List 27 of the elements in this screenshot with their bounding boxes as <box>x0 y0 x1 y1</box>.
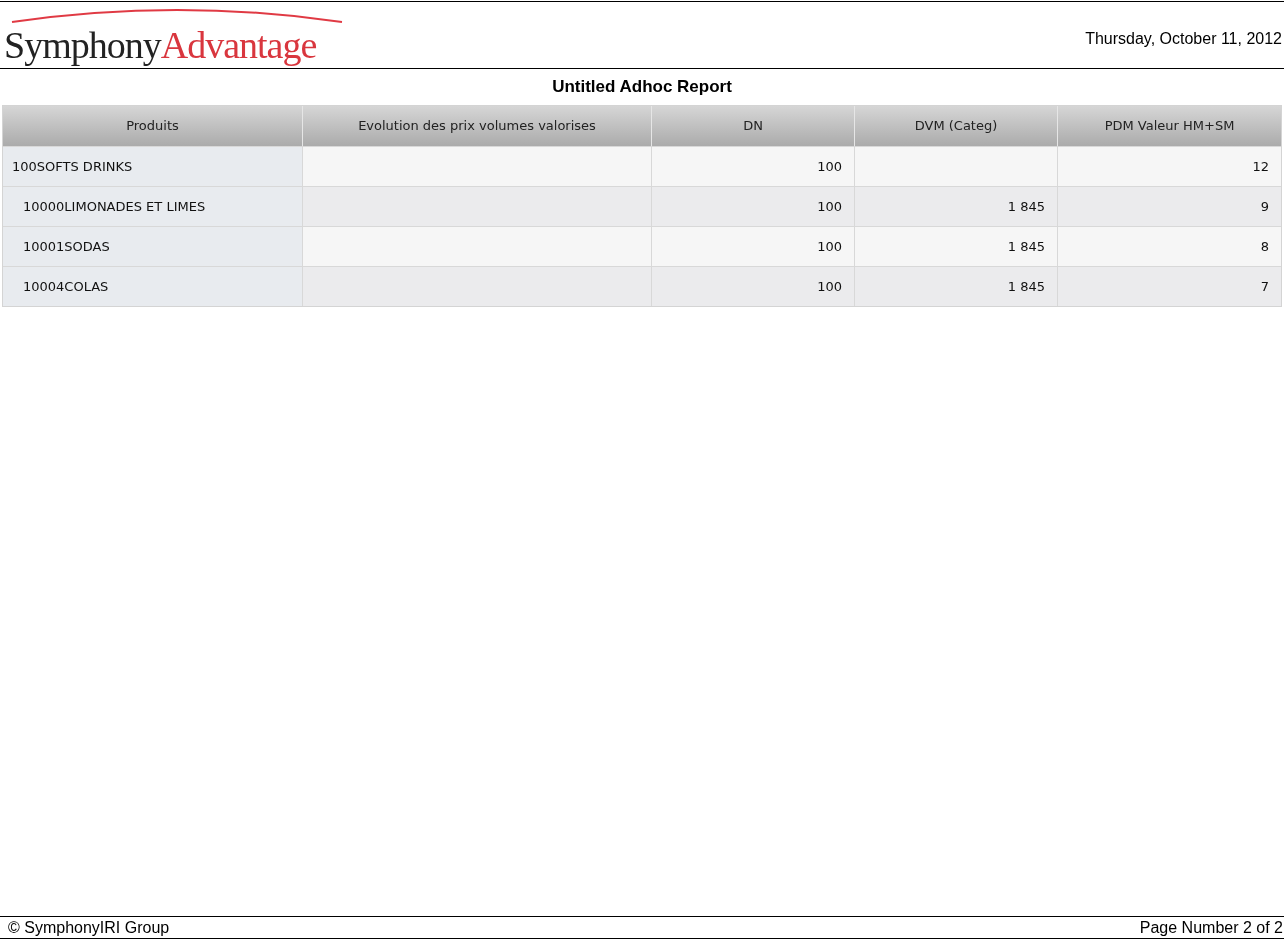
table-cell: 1 845 <box>855 227 1058 266</box>
page-number: Page Number 2 of 2 <box>1139 917 1283 938</box>
copyright-text: © SymphonyIRI Group <box>8 917 170 938</box>
table-cell: 1 845 <box>855 267 1058 306</box>
logo-text: Symphony <box>4 24 161 66</box>
report-date: Thursday, October 11, 2012 <box>1085 29 1282 49</box>
table-cell: 100 <box>652 187 855 226</box>
table-cell: 100 <box>652 147 855 186</box>
column-header: DVM (Categ) <box>855 106 1058 146</box>
column-header: Evolution des prix volumes valorises <box>303 106 652 146</box>
table-cell: 9 <box>1058 187 1281 226</box>
table-cell: 7 <box>1058 267 1281 306</box>
arc-icon <box>10 6 344 24</box>
product-cell: 10004COLAS <box>3 267 303 306</box>
logo-text: Advantage <box>160 24 317 66</box>
product-cell: 10000LIMONADES ET LIMES <box>3 187 303 226</box>
column-header: DN <box>652 106 855 146</box>
table-cell: 100 <box>652 227 855 266</box>
product-cell: 100SOFTS DRINKS <box>3 147 303 186</box>
report-title: Untitled Adhoc Report <box>552 77 732 97</box>
table-cell: 8 <box>1058 227 1281 266</box>
table-cell: 1 845 <box>855 187 1058 226</box>
product-cell: 10001SODAS <box>3 227 303 266</box>
column-header: PDM Valeur HM+SM <box>1103 117 1236 136</box>
column-header: Produits <box>3 106 303 146</box>
table-cell: 100 <box>652 267 855 306</box>
table-cell: 12 <box>1058 147 1281 186</box>
